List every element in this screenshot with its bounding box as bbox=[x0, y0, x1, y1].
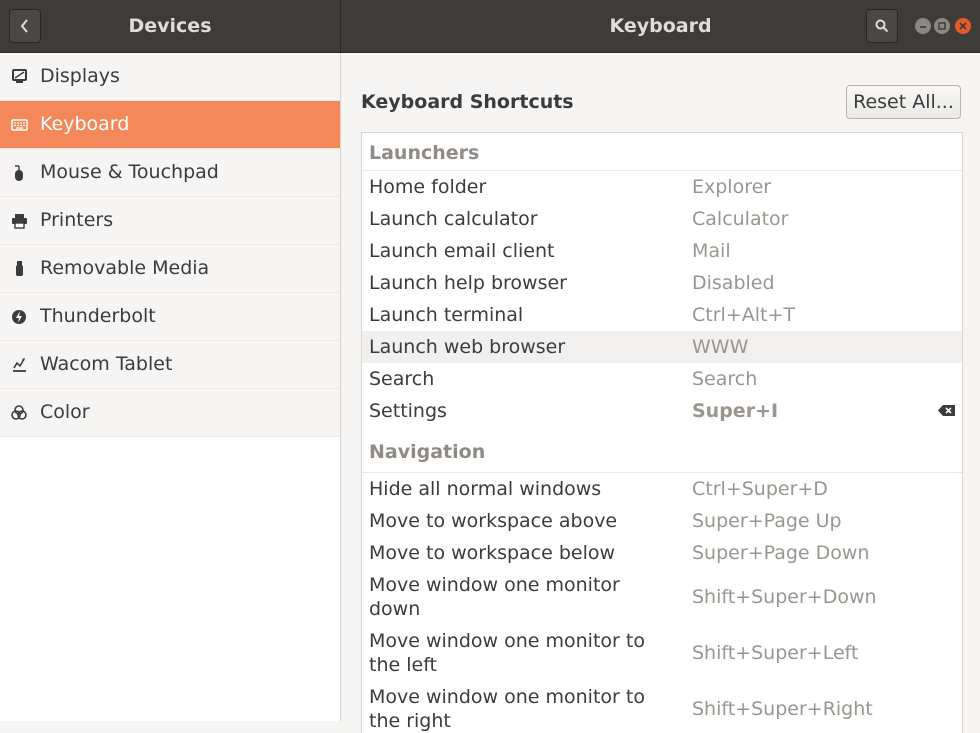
shortcut-row[interactable]: Move window one monitor to the right Shi… bbox=[362, 681, 962, 733]
sidebar-item-mouse-touchpad[interactable]: Mouse & Touchpad bbox=[0, 149, 340, 197]
tablet-icon bbox=[13, 358, 26, 372]
search-icon bbox=[875, 19, 889, 33]
shortcut-keys: Ctrl+Super+D bbox=[692, 478, 828, 500]
shortcut-keys: Explorer bbox=[692, 176, 772, 198]
shortcut-row[interactable]: Search Search bbox=[362, 363, 962, 395]
close-icon bbox=[959, 22, 967, 30]
shortcut-name: Launch email client bbox=[369, 240, 555, 262]
shortcut-name: Launch web browser bbox=[369, 336, 566, 358]
main-panel: Keyboard Shortcuts Reset All... Launcher… bbox=[341, 53, 980, 733]
shortcut-row[interactable]: Move window one monitor to the left Shif… bbox=[362, 625, 962, 681]
shortcut-name: Search bbox=[369, 368, 435, 390]
shortcut-row[interactable]: Hide all normal windows Ctrl+Super+D bbox=[362, 473, 962, 505]
category-title: Navigation bbox=[369, 441, 486, 463]
shortcut-name: Launch help browser bbox=[369, 272, 567, 294]
shortcut-keys: Shift+Super+Left bbox=[692, 642, 859, 664]
category-header-navigation: Navigation bbox=[362, 427, 962, 473]
shortcut-row[interactable]: Move window one monitor down Shift+Super… bbox=[362, 569, 962, 625]
shortcut-name: Hide all normal windows bbox=[369, 478, 602, 500]
shortcut-row[interactable]: Move to workspace below Super+Page Down bbox=[362, 537, 962, 569]
shortcut-keys: Super+I bbox=[692, 400, 779, 422]
sidebar-item-color[interactable]: Color bbox=[0, 389, 340, 437]
header-left: Devices bbox=[0, 0, 341, 52]
sidebar: Displays Keyboard Mouse & Touchpad Print… bbox=[0, 53, 341, 721]
shortcut-name: Move window one monitor to the left bbox=[369, 630, 645, 676]
sidebar-item-label: Keyboard bbox=[40, 113, 130, 135]
shortcut-keys: Ctrl+Alt+T bbox=[692, 304, 795, 326]
sidebar-item-label: Wacom Tablet bbox=[40, 353, 173, 375]
sidebar-item-keyboard[interactable]: Keyboard bbox=[0, 101, 340, 149]
shortcut-keys: Shift+Super+Right bbox=[692, 698, 873, 720]
shortcut-keys: Search bbox=[692, 368, 758, 390]
shortcut-name: Move window one monitor to the right bbox=[369, 686, 645, 732]
shortcut-name: Settings bbox=[369, 400, 447, 422]
sidebar-item-label: Displays bbox=[40, 65, 120, 87]
sidebar-item-removable-media[interactable]: Removable Media bbox=[0, 245, 340, 293]
shortcut-name: Home folder bbox=[369, 176, 487, 198]
minimize-button[interactable] bbox=[915, 18, 931, 34]
shortcut-name: Launch calculator bbox=[369, 208, 538, 230]
shortcut-list: Launchers Home folder Explorer Launch ca… bbox=[361, 132, 963, 733]
category-title: Launchers bbox=[369, 142, 480, 164]
reset-all-button[interactable]: Reset All... bbox=[846, 85, 961, 119]
maximize-icon bbox=[938, 22, 946, 30]
mouse-icon bbox=[15, 165, 23, 181]
sidebar-item-label: Color bbox=[40, 401, 90, 423]
shortcut-row[interactable]: Launch help browser Disabled bbox=[362, 267, 962, 299]
shortcut-keys: Calculator bbox=[692, 208, 789, 230]
category-header-launchers: Launchers bbox=[362, 133, 962, 171]
color-icon bbox=[11, 405, 27, 420]
sidebar-item-label: Mouse & Touchpad bbox=[40, 161, 219, 183]
shortcut-row[interactable]: Launch calculator Calculator bbox=[362, 203, 962, 235]
chevron-left-icon bbox=[20, 19, 28, 33]
shortcut-keys: Super+Page Down bbox=[692, 542, 870, 564]
sidebar-item-printers[interactable]: Printers bbox=[0, 197, 340, 245]
shortcut-name: Move window one monitor down bbox=[369, 574, 620, 620]
sidebar-item-label: Removable Media bbox=[40, 257, 210, 279]
display-icon bbox=[12, 69, 27, 83]
sidebar-item-displays[interactable]: Displays bbox=[0, 53, 340, 101]
shortcut-row[interactable]: Launch web browser WWW bbox=[362, 331, 962, 363]
close-button[interactable] bbox=[955, 18, 971, 34]
header-bar: Devices Keyboard bbox=[0, 0, 980, 53]
sidebar-item-thunderbolt[interactable]: Thunderbolt bbox=[0, 293, 340, 341]
sidebar-item-label: Printers bbox=[40, 209, 114, 231]
shortcut-keys: WWW bbox=[692, 336, 749, 358]
shortcut-name: Move to workspace below bbox=[369, 542, 616, 564]
shortcut-row[interactable]: Home folder Explorer bbox=[362, 171, 962, 203]
shortcut-keys: Shift+Super+Down bbox=[692, 586, 877, 608]
shortcut-keys: Super+Page Up bbox=[692, 510, 842, 532]
shortcut-keys: Mail bbox=[692, 240, 731, 262]
sidebar-item-wacom-tablet[interactable]: Wacom Tablet bbox=[0, 341, 340, 389]
thunderbolt-icon bbox=[12, 310, 26, 324]
reset-shortcut-icon[interactable] bbox=[938, 404, 956, 417]
shortcut-name: Launch terminal bbox=[369, 304, 524, 326]
usb-drive-icon bbox=[16, 261, 23, 276]
back-button[interactable] bbox=[9, 9, 41, 43]
shortcut-keys: Disabled bbox=[692, 272, 775, 294]
maximize-button[interactable] bbox=[934, 18, 950, 34]
keyboard-icon bbox=[11, 119, 28, 131]
shortcut-row[interactable]: Move to workspace above Super+Page Up bbox=[362, 505, 962, 537]
section-title: Keyboard Shortcuts bbox=[361, 91, 574, 113]
shortcut-row[interactable]: Launch terminal Ctrl+Alt+T bbox=[362, 299, 962, 331]
sidebar-item-label: Thunderbolt bbox=[40, 305, 156, 327]
minimize-icon bbox=[920, 26, 926, 28]
printer-icon bbox=[12, 214, 27, 229]
shortcut-name: Move to workspace above bbox=[369, 510, 618, 532]
panel-title: Devices bbox=[128, 15, 212, 37]
shortcut-row[interactable]: Launch email client Mail bbox=[362, 235, 962, 267]
shortcut-row[interactable]: Settings Super+I bbox=[362, 395, 962, 427]
search-button[interactable] bbox=[866, 9, 898, 43]
